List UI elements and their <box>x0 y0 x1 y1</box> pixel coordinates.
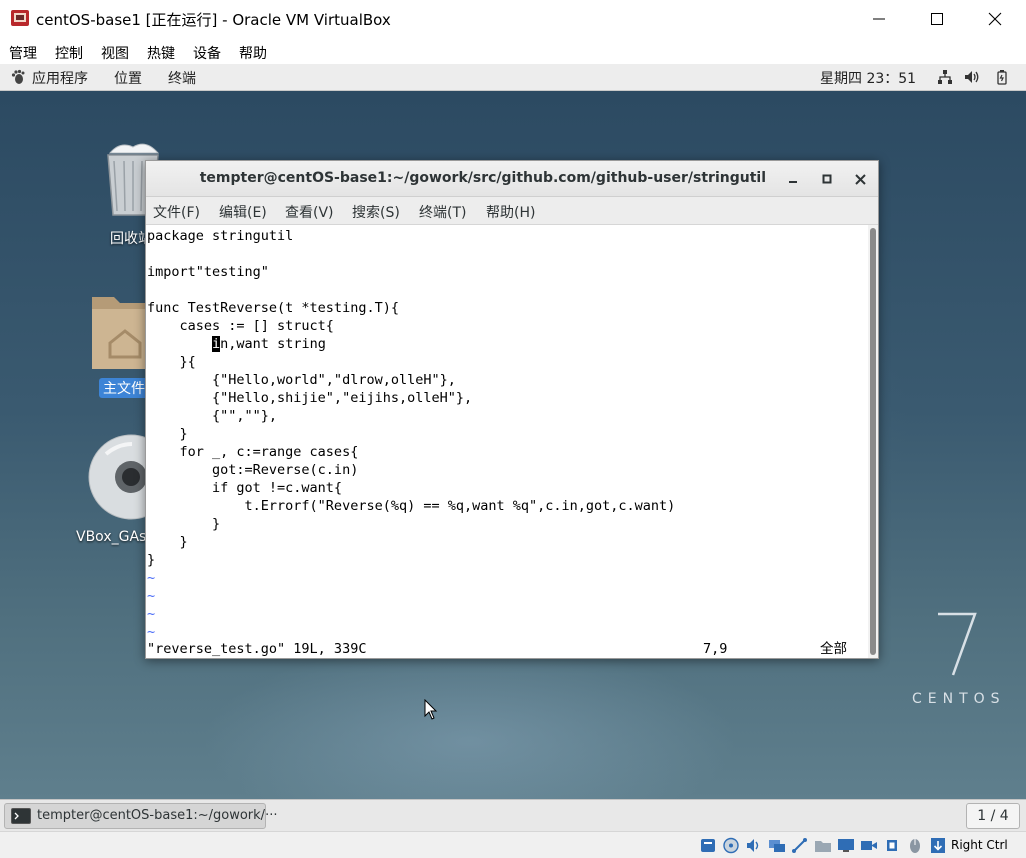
code-line: in,want string <box>212 336 326 352</box>
code-line: if got !=c.want{ <box>147 480 343 496</box>
close-icon <box>988 12 1002 26</box>
code-line: } <box>147 552 156 568</box>
keyboard-capture-icon[interactable] <box>929 837 947 854</box>
vim-status-percent: 全部 <box>820 641 847 657</box>
terminal-menu-help[interactable]: 帮助(H) <box>486 202 535 222</box>
vim-empty-line: ~ <box>147 624 156 640</box>
code-line: {"",""}, <box>147 408 278 424</box>
terminal-scrollbar[interactable] <box>868 225 878 658</box>
centos-seven-logo <box>938 612 977 676</box>
hard-disk-icon[interactable] <box>699 837 717 854</box>
terminal-menu-file[interactable]: 文件(F) <box>153 202 200 222</box>
terminal-menubar: 文件(F) 编辑(E) 查看(V) 搜索(S) 终端(T) 帮助(H) <box>146 197 878 225</box>
vim-empty-line: ~ <box>147 606 156 622</box>
vbox-menu-view[interactable]: 视图 <box>101 43 129 63</box>
close-button[interactable] <box>966 0 1024 38</box>
vbox-menu-help[interactable]: 帮助 <box>239 43 267 63</box>
minimize-button[interactable] <box>850 0 908 38</box>
maximize-button[interactable] <box>908 0 966 38</box>
desktop-icon-cd-label[interactable]: VBox_GAs <box>76 529 146 545</box>
terminal-menu-terminal[interactable]: 终端(T) <box>419 202 466 222</box>
shared-folders-icon[interactable] <box>814 837 832 854</box>
code-line: package stringutil <box>147 228 294 244</box>
workspace-indicator[interactable]: 1 / 4 <box>966 803 1020 829</box>
code-line: for _, c:=range cases{ <box>147 444 359 460</box>
terminal-menu-view[interactable]: 查看(V) <box>285 202 334 222</box>
terminal-close-button[interactable] <box>850 169 870 189</box>
vbox-menubar: 管理 控制 视图 热键 设备 帮助 <box>0 38 1026 64</box>
code-line: got:=Reverse(c.in) <box>147 462 359 478</box>
terminal-menu-search[interactable]: 搜索(S) <box>352 202 400 222</box>
mouse-integration-icon[interactable] <box>906 837 924 854</box>
vbox-titlebar: centOS-base1 [正在运行] - Oracle VM VirtualB… <box>0 0 1026 38</box>
vbox-window-title: centOS-base1 [正在运行] - Oracle VM VirtualB… <box>36 11 391 29</box>
terminal-app-menu[interactable]: 终端 <box>168 68 196 88</box>
text-cursor: i <box>212 336 221 352</box>
virtualbox-app-icon <box>11 10 29 26</box>
code-line: } <box>147 534 188 550</box>
applications-menu[interactable]: 应用程序 <box>32 68 88 88</box>
optical-drive-icon[interactable] <box>722 837 740 854</box>
vbox-menu-devices[interactable]: 设备 <box>193 43 221 63</box>
code-line: } <box>147 426 188 442</box>
power-battery-icon[interactable] <box>994 69 1010 85</box>
code-line: }{ <box>147 354 196 370</box>
network-icon[interactable] <box>937 69 953 85</box>
maximize-icon <box>931 13 943 25</box>
terminal-titlebar[interactable]: tempter@centOS-base1:~/gowork/src/github… <box>146 161 878 197</box>
code-line: } <box>147 516 221 532</box>
places-menu[interactable]: 位置 <box>114 68 142 88</box>
terminal-window: tempter@centOS-base1:~/gowork/src/github… <box>145 160 879 659</box>
vim-empty-line: ~ <box>147 588 156 604</box>
terminal-menu-edit[interactable]: 编辑(E) <box>219 202 267 222</box>
mouse-pointer-icon <box>424 699 438 720</box>
vbox-statusbar: Right Ctrl <box>0 831 1026 858</box>
vbox-menu-hotkeys[interactable]: 热键 <box>147 43 175 63</box>
terminal-title: tempter@centOS-base1:~/gowork/src/github… <box>199 170 766 186</box>
host-key-label: Right Ctrl <box>951 838 1008 852</box>
panel-clock[interactable]: 星期四 23：51 <box>820 68 916 88</box>
gnome-foot-icon <box>11 69 25 84</box>
gnome-window-list: tempter@centOS-base1:~/gowork/··· 1 / 4 <box>0 799 1026 831</box>
audio-icon[interactable] <box>745 837 763 854</box>
maximize-icon <box>822 174 832 184</box>
terminal-maximize-button[interactable] <box>817 169 837 189</box>
terminal-text-area[interactable]: "reverse_test.go" 19L, 339C 7,9 全部 packa… <box>146 225 868 658</box>
video-capture-icon[interactable] <box>860 837 878 854</box>
code-line: func TestReverse(t *testing.T){ <box>147 300 399 316</box>
centos-wordmark: CENTOS <box>912 691 1006 707</box>
vbox-menu-control[interactable]: 控制 <box>55 43 83 63</box>
code-line: import"testing" <box>147 264 269 280</box>
volume-icon[interactable] <box>964 69 980 85</box>
terminal-icon <box>11 808 31 824</box>
taskbar-terminal-label: tempter@centOS-base1:~/gowork/··· <box>37 808 278 823</box>
minimize-icon <box>789 181 797 183</box>
code-line: {"Hello,shijie","eijihs,olleH"}, <box>147 390 473 406</box>
cpu-icon[interactable] <box>883 837 901 854</box>
vim-status-file: "reverse_test.go" 19L, 339C <box>147 641 367 657</box>
terminal-scrollbar-thumb[interactable] <box>870 228 876 655</box>
close-icon <box>854 173 866 185</box>
terminal-minimize-button[interactable] <box>783 169 803 189</box>
gnome-top-panel: 应用程序 位置 终端 星期四 23：51 <box>0 64 1026 91</box>
vbox-menu-manage[interactable]: 管理 <box>9 43 37 63</box>
display-icon[interactable] <box>837 837 855 854</box>
vim-status-position: 7,9 <box>703 641 728 657</box>
code-line: t.Errorf("Reverse(%q) == %q,want %q",c.i… <box>147 498 676 514</box>
code-line: {"Hello,world","dlrow,olleH"}, <box>147 372 456 388</box>
taskbar-terminal-button[interactable]: tempter@centOS-base1:~/gowork/··· <box>4 803 277 829</box>
network-adapter-icon[interactable] <box>768 837 786 854</box>
usb-icon[interactable] <box>791 837 809 854</box>
vim-empty-line: ~ <box>147 570 156 586</box>
minimize-icon <box>873 18 885 20</box>
code-line: cases := [] struct{ <box>147 318 334 334</box>
